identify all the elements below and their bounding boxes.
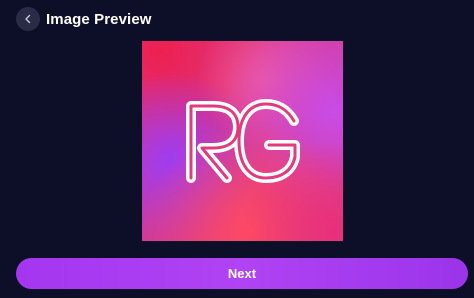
back-button[interactable]: [16, 7, 40, 31]
header: Image Preview: [16, 6, 152, 32]
chevron-left-icon: [25, 14, 31, 24]
logo-image: [142, 41, 343, 241]
next-button[interactable]: Next: [16, 258, 468, 289]
page-title: Image Preview: [46, 10, 152, 28]
image-preview: [142, 41, 343, 241]
